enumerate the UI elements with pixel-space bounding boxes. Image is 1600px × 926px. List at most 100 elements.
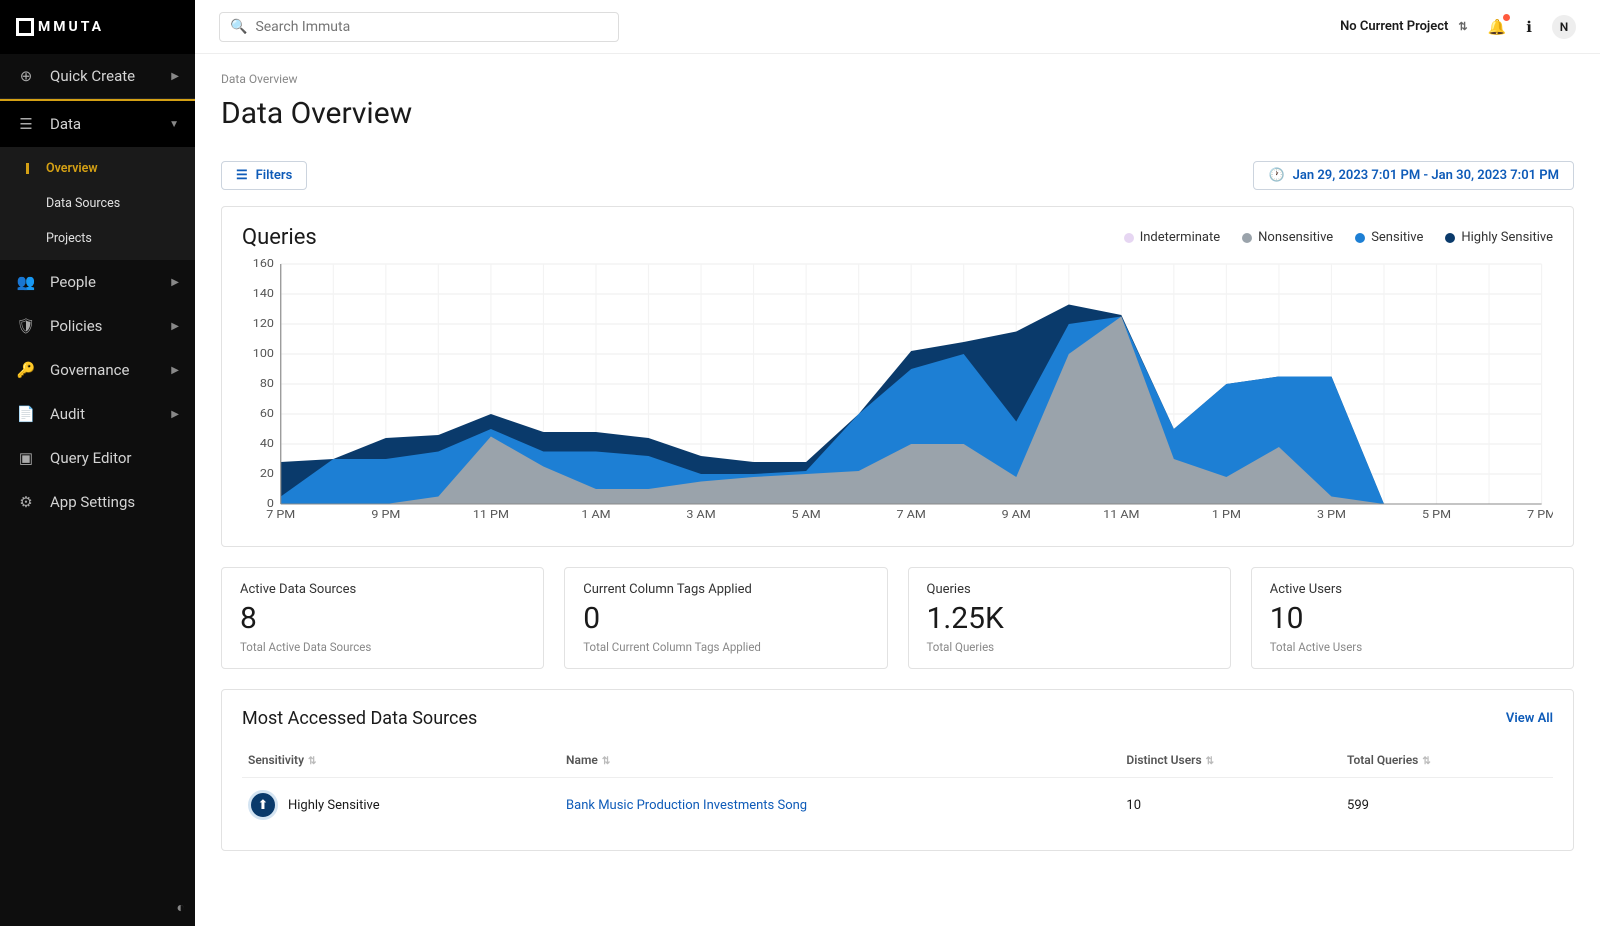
svg-text:120: 120 [253, 317, 274, 330]
logo[interactable]: MMUTA [0, 0, 195, 54]
search-box[interactable]: 🔍 [219, 12, 619, 42]
chart-legend: Indeterminate Nonsensitive Sensitive Highly… [1124, 230, 1553, 245]
svg-text:9 AM: 9 AM [1002, 508, 1031, 521]
nav-query-editor[interactable]: ▣ Query Editor [0, 436, 195, 480]
date-range-label: Jan 29, 2023 7:01 PM - Jan 30, 2023 7:01… [1293, 168, 1559, 183]
legend-swatch [1124, 233, 1134, 243]
nav-app-settings[interactable]: ⚙ App Settings [0, 480, 195, 524]
stats-row: Active Data Sources8Total Active Data So… [221, 567, 1574, 669]
stat-label: Current Column Tags Applied [583, 582, 868, 597]
chevron-right-icon: ▶ [171, 71, 179, 82]
sort-icon: ⇅ [308, 756, 316, 767]
sidebar-sub-data-sources[interactable]: Data Sources [0, 186, 195, 221]
legend-label: Nonsensitive [1258, 230, 1333, 245]
svg-text:40: 40 [260, 437, 274, 450]
search-input[interactable] [255, 19, 608, 35]
nav-data[interactable]: ☰ Data ▼ [0, 99, 195, 147]
date-range-selector[interactable]: 🕐 Jan 29, 2023 7:01 PM - Jan 30, 2023 7:… [1253, 161, 1574, 190]
nav-label: Query Editor [50, 449, 131, 467]
svg-text:7 PM: 7 PM [266, 508, 295, 521]
nav-icon: 🛡 [16, 317, 36, 335]
svg-text:1 PM: 1 PM [1212, 508, 1241, 521]
chevron-right-icon: ▶ [171, 409, 179, 420]
stat-sublabel: Total Queries [927, 640, 1212, 654]
nav-label: People [50, 273, 96, 291]
logo-icon [16, 18, 34, 36]
data-submenu: OverviewData SourcesProjects [0, 147, 195, 260]
data-icon: ☰ [16, 115, 36, 133]
svg-text:140: 140 [253, 287, 274, 300]
notifications-button[interactable]: 🔔 [1488, 18, 1507, 36]
svg-text:60: 60 [260, 407, 274, 420]
breadcrumb[interactable]: Data Overview [221, 72, 1574, 86]
notification-dot [1503, 14, 1510, 21]
view-all-link[interactable]: View All [1506, 711, 1553, 726]
stat-label: Active Users [1270, 582, 1555, 597]
project-selector[interactable]: No Current Project ⇅ [1340, 19, 1468, 34]
table-header[interactable]: Sensitivity⇅ [242, 743, 560, 778]
nav-icon: 🔑 [16, 361, 36, 379]
svg-text:5 PM: 5 PM [1422, 508, 1451, 521]
svg-text:9 PM: 9 PM [371, 508, 400, 521]
stat-value: 8 [240, 601, 525, 636]
chevron-right-icon: ▶ [171, 321, 179, 332]
legend-item[interactable]: Indeterminate [1124, 230, 1220, 245]
stat-sublabel: Total Active Data Sources [240, 640, 525, 654]
stat-value: 0 [583, 601, 868, 636]
main-content: 🔍 No Current Project ⇅ 🔔 ℹ N [195, 0, 1600, 926]
legend-item[interactable]: Sensitive [1355, 230, 1423, 245]
queries-chart-card: Queries Indeterminate Nonsensitive Sensiti… [221, 206, 1574, 547]
nav-icon: ▣ [16, 449, 36, 467]
most-accessed-card: Most Accessed Data Sources View All Sens… [221, 689, 1574, 851]
svg-text:3 AM: 3 AM [686, 508, 715, 521]
stat-card: Active Users10Total Active Users [1251, 567, 1574, 669]
nav-label: Audit [50, 405, 85, 423]
table-header[interactable]: Distinct Users⇅ [1120, 743, 1341, 778]
sidebar-sub-overview[interactable]: Overview [0, 151, 195, 186]
chevron-down-icon: ▼ [169, 119, 179, 130]
page-title: Data Overview [221, 96, 1574, 131]
legend-swatch [1242, 233, 1252, 243]
stat-value: 1.25K [927, 601, 1212, 636]
nav-label: Policies [50, 317, 102, 335]
data-source-name[interactable]: Bank Music Production Investments Song [560, 778, 1120, 833]
nav-data-label: Data [50, 115, 81, 133]
legend-swatch [1355, 233, 1365, 243]
nav-people[interactable]: 👥People▶ [0, 260, 195, 304]
user-avatar[interactable]: N [1552, 15, 1576, 39]
legend-item[interactable]: Highly Sensitive [1445, 230, 1553, 245]
svg-text:11 AM: 11 AM [1103, 508, 1139, 521]
table-row[interactable]: ⬆Highly SensitiveBank Music Production I… [242, 778, 1553, 833]
stat-label: Queries [927, 582, 1212, 597]
chart-title: Queries [242, 225, 317, 250]
table-title: Most Accessed Data Sources [242, 708, 477, 729]
help-button[interactable]: ℹ [1526, 18, 1532, 36]
svg-text:160: 160 [253, 258, 274, 270]
nav-policies[interactable]: 🛡 Policies ▶ [0, 304, 195, 348]
logo-text: MMUTA [38, 19, 104, 35]
nav-icon: 📄 [16, 405, 36, 423]
legend-item[interactable]: Nonsensitive [1242, 230, 1333, 245]
quick-create-button[interactable]: ⊕ Quick Create ▶ [0, 54, 195, 99]
avatar-initial: N [1560, 20, 1569, 34]
nav-audit[interactable]: 📄 Audit ▶ [0, 392, 195, 436]
nav-governance[interactable]: 🔑Governance▶ [0, 348, 195, 392]
nav-label: Governance [50, 361, 129, 379]
svg-text:5 AM: 5 AM [791, 508, 820, 521]
sidebar-sub-projects[interactable]: Projects [0, 221, 195, 256]
sort-icon: ⇅ [1206, 756, 1214, 767]
svg-text:7 PM: 7 PM [1527, 508, 1553, 521]
clock-icon: 🕐 [1268, 168, 1284, 183]
sidebar-collapse-button[interactable]: ◐ [0, 889, 195, 926]
table-header[interactable]: Name⇅ [560, 743, 1120, 778]
quick-create-label: Quick Create [50, 67, 135, 85]
nav-label: App Settings [50, 493, 135, 511]
legend-swatch [1445, 233, 1455, 243]
svg-text:7 AM: 7 AM [897, 508, 926, 521]
nav-icon: 👥 [16, 273, 36, 291]
search-icon: 🔍 [230, 19, 247, 35]
nav-icon: ⚙ [16, 493, 36, 511]
table-header[interactable]: Total Queries⇅ [1341, 743, 1553, 778]
data-sources-table: Sensitivity⇅Name⇅Distinct Users⇅Total Qu… [242, 743, 1553, 832]
filters-button[interactable]: ☰ Filters [221, 161, 307, 190]
